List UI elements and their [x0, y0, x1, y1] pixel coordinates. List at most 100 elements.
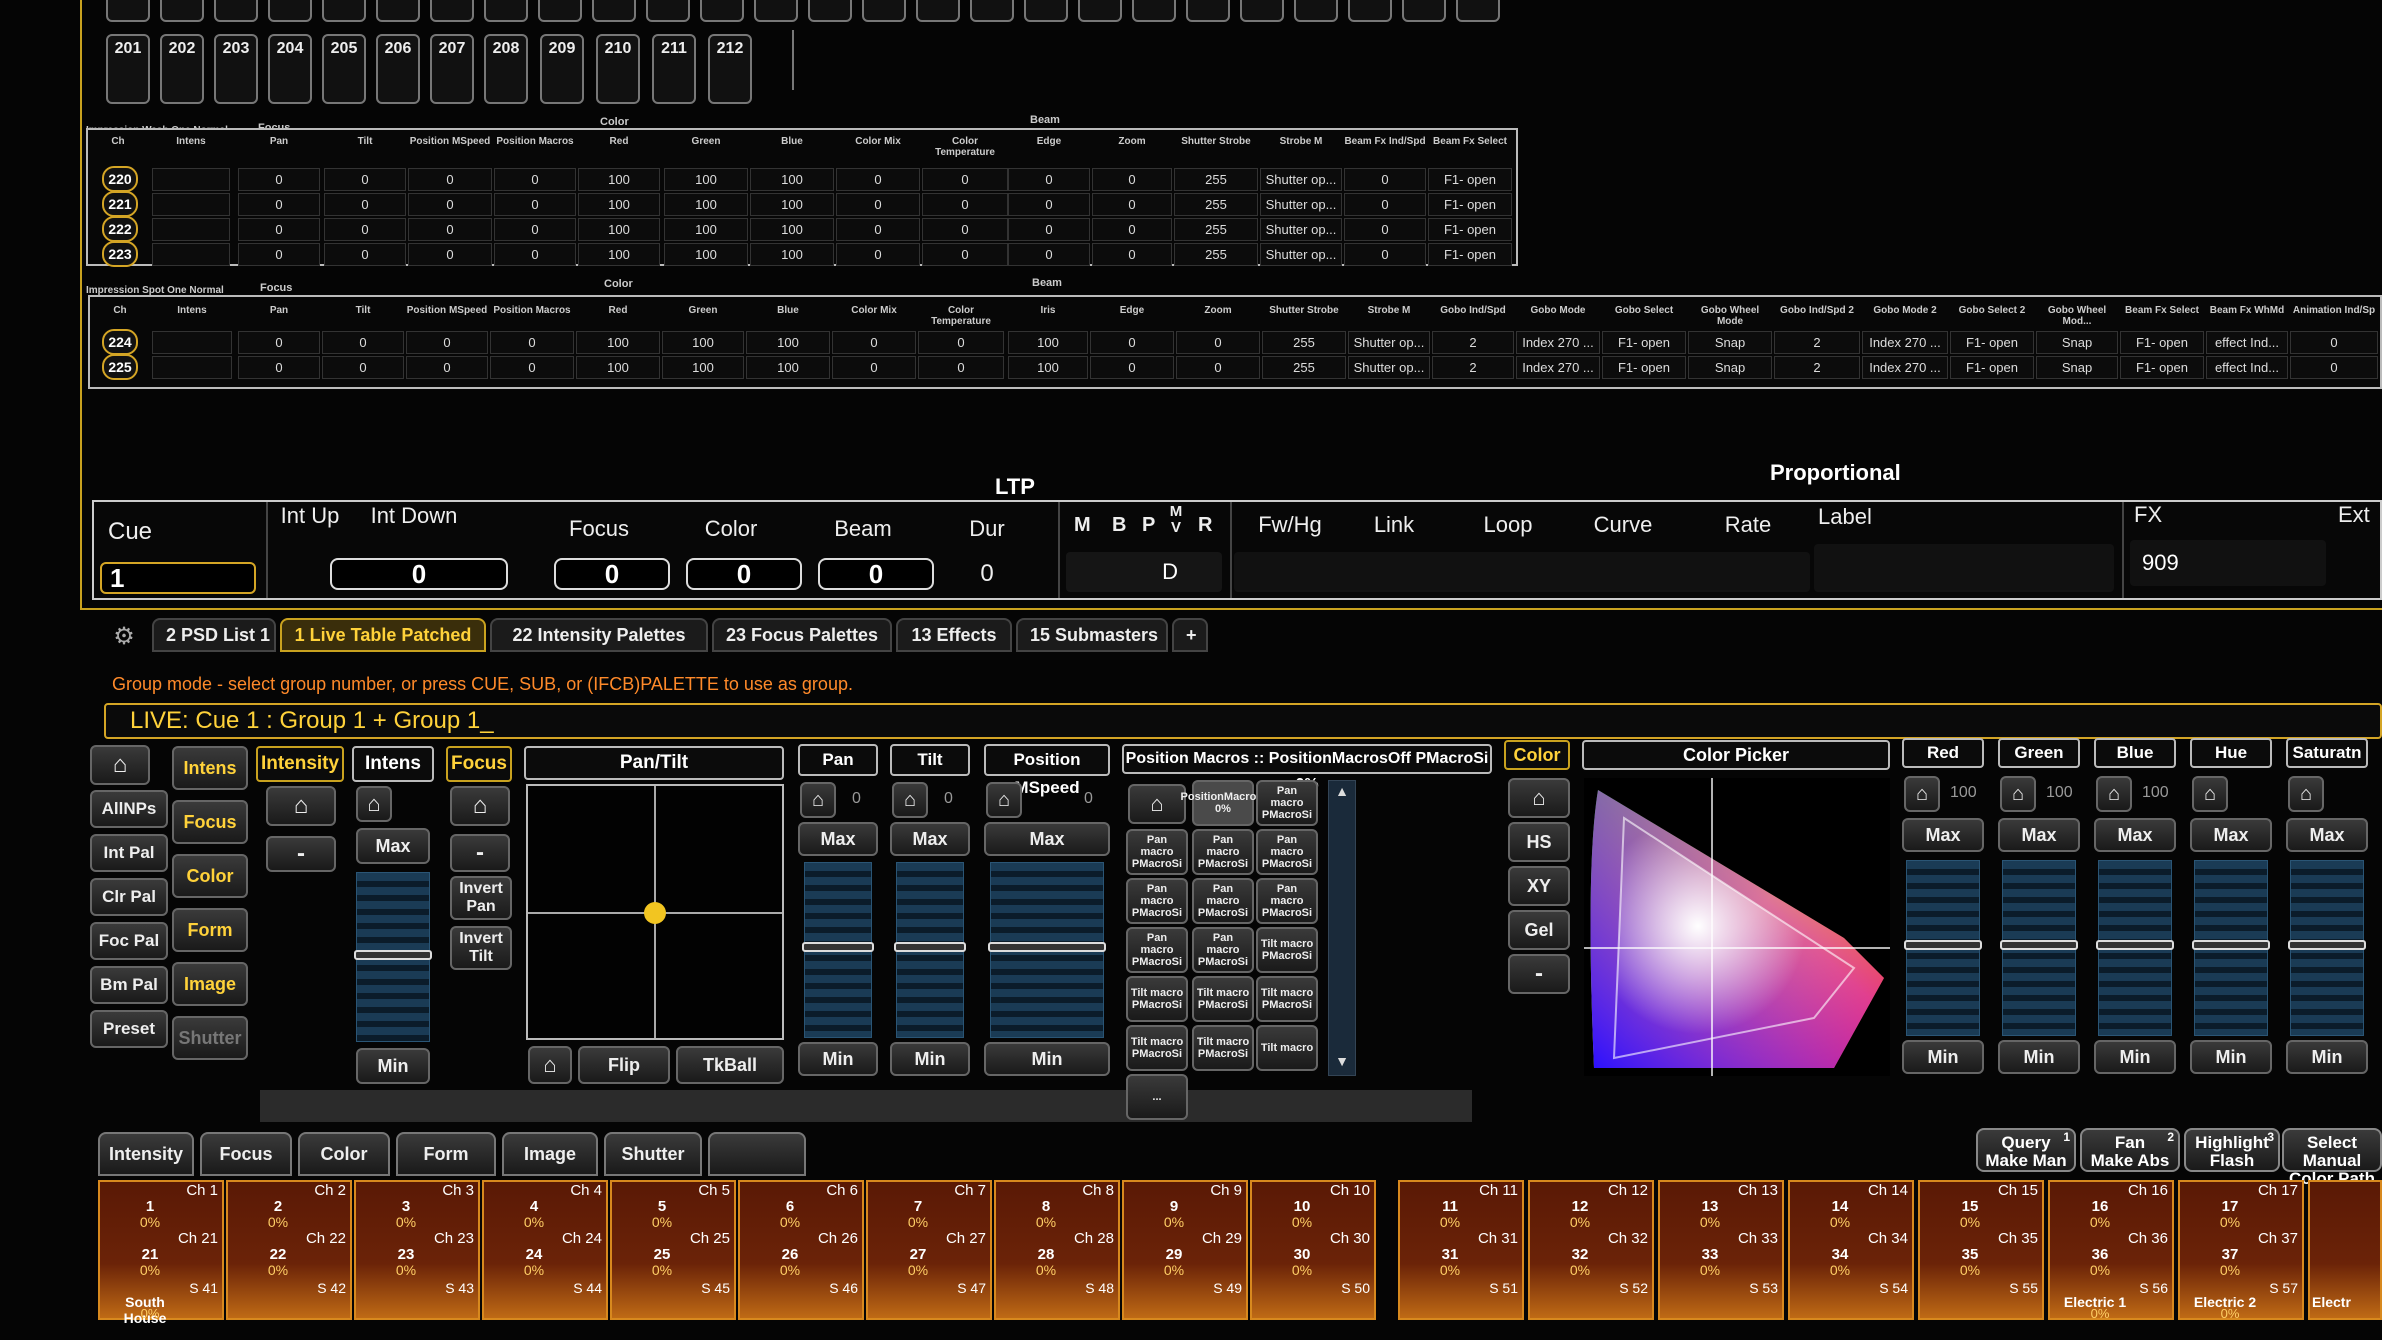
table-cell[interactable]: 0: [238, 168, 320, 191]
color-param-max-button[interactable]: Max: [1998, 818, 2080, 852]
pantilt-pad[interactable]: [526, 784, 784, 1040]
table-cell[interactable]: F1- open: [2120, 331, 2204, 354]
table-cell[interactable]: Index 270 ...: [1516, 356, 1600, 379]
table-cell[interactable]: 255: [1174, 193, 1258, 216]
top-channel-row-prev[interactable]: [214, 0, 258, 22]
table-cell[interactable]: effect Ind...: [2206, 356, 2288, 379]
intens-cell[interactable]: [152, 356, 232, 379]
table-cell[interactable]: 100: [664, 218, 748, 241]
table-cell[interactable]: 100: [1008, 356, 1088, 379]
table-cell[interactable]: 100: [576, 356, 660, 379]
table-cell[interactable]: 0: [238, 193, 320, 216]
macro-button[interactable]: Tilt macro PMacroSi: [1192, 976, 1254, 1022]
intens-cell[interactable]: [152, 218, 230, 241]
focus-time-field[interactable]: 0: [554, 558, 670, 590]
table-cell[interactable]: 0: [494, 193, 576, 216]
top-channel-row-prev[interactable]: [592, 0, 636, 22]
macro-button[interactable]: Tilt macro PMacroSi: [1126, 1025, 1188, 1071]
top-channel-201[interactable]: 201: [106, 34, 150, 104]
color-picker-canvas[interactable]: [1584, 778, 1890, 1076]
table-cell[interactable]: 0: [918, 331, 1004, 354]
bottom-category-tab-shutter[interactable]: Shutter: [604, 1132, 702, 1176]
table-cell[interactable]: 0: [836, 168, 920, 191]
table-cell[interactable]: 0: [494, 243, 576, 266]
table-cell[interactable]: 100: [578, 218, 660, 241]
color-home-icon[interactable]: ⌂: [1508, 778, 1570, 818]
macro-button[interactable]: Tilt macro PMacroSi: [1256, 976, 1318, 1022]
color-param-min-button[interactable]: Min: [2094, 1040, 2176, 1074]
bottom-category-tab-color[interactable]: Color: [298, 1132, 390, 1176]
table-cell[interactable]: Shutter op...: [1260, 218, 1342, 241]
channel-cell[interactable]: Ch 6 6 0% Ch 26 26 0% S 46: [738, 1180, 864, 1320]
top-channel-212[interactable]: 212: [708, 34, 752, 104]
beam-time-field[interactable]: 0: [818, 558, 934, 590]
table-cell[interactable]: 100: [662, 356, 744, 379]
channel-cell[interactable]: Ch 5 5 0% Ch 25 25 0% S 45: [610, 1180, 736, 1320]
table-cell[interactable]: 0: [238, 356, 320, 379]
top-channel-209[interactable]: 209: [540, 34, 584, 104]
top-channel-row-prev[interactable]: [700, 0, 744, 22]
color-param-home-icon[interactable]: ⌂: [2000, 776, 2036, 812]
channel-cell-partial[interactable]: Electr: [2308, 1180, 2382, 1320]
tab-15-submasters[interactable]: 15 Submasters: [1016, 618, 1168, 652]
category-button-color[interactable]: Color: [172, 854, 248, 898]
flip-button[interactable]: Flip: [578, 1046, 670, 1084]
color-param-max-button[interactable]: Max: [1902, 818, 1984, 852]
fx-field[interactable]: 909: [2130, 540, 2326, 586]
table-cell[interactable]: 2: [1774, 331, 1860, 354]
table-cell[interactable]: 0: [1344, 168, 1426, 191]
category-button-form[interactable]: Form: [172, 908, 248, 952]
table-cell[interactable]: 0: [836, 193, 920, 216]
top-channel-row-prev[interactable]: [862, 0, 906, 22]
table-cell[interactable]: 100: [664, 168, 748, 191]
table-cell[interactable]: 100: [664, 243, 748, 266]
color-param-home-icon[interactable]: ⌂: [1904, 776, 1940, 812]
param-max-button[interactable]: Max: [984, 822, 1110, 856]
top-channel-row-prev[interactable]: [1402, 0, 1446, 22]
macro-button[interactable]: Pan macro PMacroSi: [1256, 780, 1318, 826]
color-param-min-button[interactable]: Min: [1998, 1040, 2080, 1074]
top-channel-row-prev[interactable]: [1186, 0, 1230, 22]
macro-button[interactable]: Tilt macro PMacroSi: [1126, 976, 1188, 1022]
table-cell[interactable]: Snap: [1688, 356, 1772, 379]
table-cell[interactable]: 0: [1176, 331, 1260, 354]
top-channel-row-prev[interactable]: [268, 0, 312, 22]
table-cell[interactable]: Snap: [1688, 331, 1772, 354]
left-button-allnps[interactable]: AllNPs: [90, 790, 168, 828]
table-cell[interactable]: 0: [836, 243, 920, 266]
table-cell[interactable]: 100: [576, 331, 660, 354]
macro-button[interactable]: Pan macro PMacroSi: [1192, 927, 1254, 973]
top-channel-204[interactable]: 204: [268, 34, 312, 104]
table-cell[interactable]: 0: [832, 356, 916, 379]
table-cell[interactable]: 0: [1344, 243, 1426, 266]
color-param-home-icon[interactable]: ⌂: [2096, 776, 2132, 812]
channel-cell[interactable]: Ch 1 1 0% Ch 21 21 0% S 41 South House 0%: [98, 1180, 224, 1326]
gel-button[interactable]: Gel: [1508, 910, 1570, 950]
focus-home-icon[interactable]: ⌂: [450, 786, 510, 826]
gear-icon[interactable]: ⚙: [104, 622, 144, 654]
param-fader-handle[interactable]: [802, 942, 874, 952]
channel-cell[interactable]: Ch 10 10 0% Ch 30 30 0% S 50: [1250, 1180, 1376, 1320]
left-button-int-pal[interactable]: Int Pal: [90, 834, 168, 872]
top-channel-203[interactable]: 203: [214, 34, 258, 104]
channel-cell[interactable]: Ch 13 13 0% Ch 33 33 0% S 53: [1658, 1180, 1784, 1320]
int-time-field[interactable]: 0: [330, 558, 508, 590]
table-cell[interactable]: 0: [922, 218, 1008, 241]
channel-cell[interactable]: Ch 8 8 0% Ch 28 28 0% S 48: [994, 1180, 1120, 1320]
mode-button[interactable]: Fan Make Abs 2: [2080, 1128, 2180, 1172]
param-min-button[interactable]: Min: [984, 1042, 1110, 1076]
top-channel-row-prev[interactable]: [484, 0, 528, 22]
bottom-category-tab-image[interactable]: Image: [502, 1132, 598, 1176]
table-cell[interactable]: 100: [662, 331, 744, 354]
left-button-foc-pal[interactable]: Foc Pal: [90, 922, 168, 960]
top-channel-row-prev[interactable]: [916, 0, 960, 22]
mode-button[interactable]: Query Make Man 1: [1976, 1128, 2076, 1172]
hs-button[interactable]: HS: [1508, 822, 1570, 862]
table-cell[interactable]: 0: [406, 356, 488, 379]
table-cell[interactable]: Shutter op...: [1348, 331, 1430, 354]
table-cell[interactable]: Index 270 ...: [1862, 331, 1948, 354]
top-channel-208[interactable]: 208: [484, 34, 528, 104]
intensity-home-icon[interactable]: ⌂: [266, 786, 336, 826]
table-cell[interactable]: 100: [746, 331, 830, 354]
top-channel-205[interactable]: 205: [322, 34, 366, 104]
